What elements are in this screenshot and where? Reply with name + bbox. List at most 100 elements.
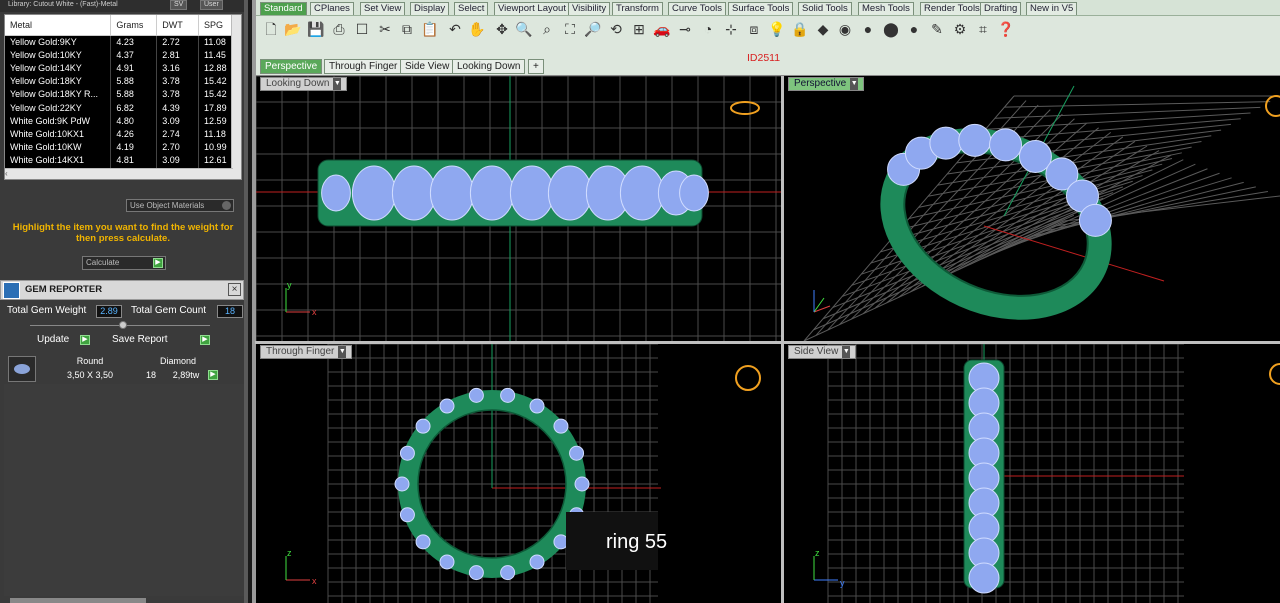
viewport-splitter-vertical[interactable] bbox=[781, 76, 784, 603]
light-bulb-icon[interactable]: 💡 bbox=[768, 20, 786, 38]
viewport-splitter-horizontal[interactable] bbox=[255, 341, 1280, 344]
table-row[interactable]: White Gold:9K PdW 4.80 3.09 12.59 bbox=[5, 114, 233, 128]
cut-icon[interactable]: ✂ bbox=[376, 20, 394, 38]
point-icon[interactable]: ⊹ bbox=[722, 20, 740, 38]
viewport-layout-icon[interactable]: ⊞ bbox=[630, 20, 648, 38]
zoom-selected-icon[interactable]: 🔎 bbox=[584, 20, 602, 38]
viewport-looking-down[interactable]: x y Looking Down ▼ bbox=[256, 76, 781, 341]
undo-icon[interactable]: ↶ bbox=[446, 20, 464, 38]
tab-viewport-layout[interactable]: Viewport Layout bbox=[494, 2, 570, 15]
copy-icon[interactable]: ⧉ bbox=[398, 20, 416, 38]
table-hscroll[interactable]: ‹ bbox=[5, 168, 233, 179]
vp-title-text: Side View bbox=[794, 346, 839, 357]
table-cell: 12.88 bbox=[198, 61, 233, 75]
view-tab-looking-down[interactable]: Looking Down bbox=[452, 59, 526, 74]
col-spg[interactable]: SPG bbox=[198, 15, 233, 36]
sv-button[interactable]: SV bbox=[170, 0, 188, 10]
view-tab-perspective[interactable]: Perspective bbox=[260, 59, 323, 74]
tab-visibility[interactable]: Visibility bbox=[568, 2, 611, 15]
table-row[interactable]: Yellow Gold:10KY 4.37 2.81 11.45 bbox=[5, 48, 233, 62]
viewport-title-perspective[interactable]: Perspective ▼ bbox=[788, 77, 865, 91]
tab-mesh-tools[interactable]: Mesh Tools bbox=[858, 2, 914, 15]
material-icon[interactable]: ◆ bbox=[814, 20, 832, 38]
help-icon[interactable]: ❓ bbox=[997, 20, 1015, 38]
viewport-through-finger[interactable]: x z Through Finger ▼ bbox=[256, 344, 781, 603]
col-dwt[interactable]: DWT bbox=[156, 15, 200, 36]
tab-display[interactable]: Display bbox=[410, 2, 450, 15]
chevron-down-icon[interactable]: ▼ bbox=[333, 78, 342, 90]
table-cell: 2.72 bbox=[156, 35, 200, 49]
metal-table[interactable]: Metal Grams DWT SPG Yellow Gold:9KY 4.23 2… bbox=[4, 14, 242, 180]
car-icon[interactable]: 🚗 bbox=[653, 20, 671, 38]
zoom-icon[interactable]: 🔍 bbox=[515, 20, 533, 38]
view-tab-through-finger[interactable]: Through Finger bbox=[324, 59, 403, 74]
viewport-title-through-finger[interactable]: Through Finger ▼ bbox=[260, 345, 353, 359]
calculate-go-icon[interactable]: ▶ bbox=[153, 258, 163, 268]
gem-go-icon[interactable]: ▶ bbox=[208, 370, 218, 380]
table-row[interactable]: Yellow Gold:22KY 6.82 4.39 17.89 bbox=[5, 100, 233, 115]
col-metal[interactable]: Metal bbox=[5, 15, 112, 36]
viewport-side-view[interactable]: y z Side View ▼ bbox=[784, 344, 1280, 603]
table-row[interactable]: Yellow Gold:18KY R... 5.88 3.78 15.42 bbox=[5, 87, 233, 101]
chevron-down-icon[interactable]: ▼ bbox=[850, 78, 859, 90]
print-icon[interactable]: ⎙ bbox=[330, 20, 348, 38]
table-row[interactable]: White Gold:14KX1 4.81 3.09 12.61 bbox=[5, 153, 233, 167]
view-tab-side-view[interactable]: Side View bbox=[400, 59, 455, 74]
pencil-icon[interactable]: ✎ bbox=[928, 20, 946, 38]
tab-drafting[interactable]: Drafting bbox=[980, 2, 1022, 15]
tab-solid-tools[interactable]: Solid Tools bbox=[798, 2, 852, 15]
zoom-window-icon[interactable]: ⌕ bbox=[538, 20, 556, 38]
new-file-icon[interactable]: 🗋 bbox=[262, 20, 280, 38]
undo-view-icon[interactable]: ⟲ bbox=[607, 20, 625, 38]
tab-cplanes[interactable]: CPlanes bbox=[310, 2, 354, 15]
blue-sphere-icon[interactable]: ● bbox=[905, 20, 923, 38]
tab-surface-tools[interactable]: Surface Tools bbox=[728, 2, 794, 15]
col-grams[interactable]: Grams bbox=[110, 15, 158, 36]
grid-snap-icon[interactable]: ⌗ bbox=[974, 20, 992, 38]
table-row[interactable]: White Gold:10KW 4.19 2.70 10.99 bbox=[5, 140, 233, 154]
tab-new-in-v5[interactable]: New in V5 bbox=[1026, 2, 1078, 15]
save-report-go-icon[interactable]: ▶ bbox=[200, 335, 210, 345]
use-object-materials-toggle[interactable]: Use Object Materials bbox=[126, 199, 234, 212]
chevron-down-icon[interactable]: ▼ bbox=[842, 346, 851, 358]
table-row[interactable]: White Gold:10KX1 4.26 2.74 11.18 bbox=[5, 127, 233, 141]
color-wheel-icon[interactable]: ◉ bbox=[836, 20, 854, 38]
table-row[interactable]: Yellow Gold:14KY 4.91 3.16 12.88 bbox=[5, 61, 233, 75]
lock-icon[interactable]: 🔒 bbox=[791, 20, 809, 38]
layers-icon[interactable]: ⧈ bbox=[745, 20, 763, 38]
gear-icon[interactable]: ⚙ bbox=[951, 20, 969, 38]
tab-transform[interactable]: Transform bbox=[612, 2, 663, 15]
left-scrollbar[interactable] bbox=[10, 598, 146, 603]
save-report-button[interactable]: Save Report bbox=[110, 333, 212, 347]
viewport-title-looking-down[interactable]: Looking Down ▼ bbox=[260, 77, 348, 91]
properties-icon[interactable]: ☐ bbox=[353, 20, 371, 38]
snap-icon[interactable]: ⊸ bbox=[676, 20, 694, 38]
table-row[interactable]: Yellow Gold:9KY 4.23 2.72 11.08 bbox=[5, 35, 233, 49]
chevron-down-icon[interactable]: ▼ bbox=[338, 346, 347, 358]
viewport-perspective[interactable]: Perspective ▼ bbox=[784, 76, 1280, 341]
tab-select[interactable]: Select bbox=[454, 2, 489, 15]
render-sphere-icon[interactable]: ⬤ bbox=[882, 20, 900, 38]
table-vscroll[interactable] bbox=[231, 15, 241, 179]
gem-list-item[interactable]: Round Diamond 3,50 X 3,50 18 2,89tw ▶ bbox=[6, 354, 220, 382]
close-icon[interactable]: × bbox=[228, 283, 241, 296]
table-row[interactable]: Yellow Gold:18KY 5.88 3.78 15.42 bbox=[5, 74, 233, 88]
tab-standard[interactable]: Standard bbox=[260, 2, 307, 15]
user-button[interactable]: User bbox=[200, 0, 223, 10]
rotate-view-icon[interactable]: ✥ bbox=[493, 20, 511, 38]
pan-hand-icon[interactable]: ✋ bbox=[468, 20, 486, 38]
paste-icon[interactable]: 📋 bbox=[421, 20, 439, 38]
tab-curve-tools[interactable]: Curve Tools bbox=[668, 2, 726, 15]
save-icon[interactable]: 💾 bbox=[307, 20, 325, 38]
tab-set-view[interactable]: Set View bbox=[360, 2, 406, 15]
shaded-sphere-icon[interactable]: ● bbox=[859, 20, 877, 38]
update-go-icon[interactable]: ▶ bbox=[80, 335, 90, 345]
gem-slider-knob[interactable] bbox=[119, 321, 127, 329]
ortho-icon[interactable]: ◔ bbox=[699, 20, 717, 38]
open-folder-icon[interactable]: 📂 bbox=[284, 20, 302, 38]
add-viewport-tab-icon[interactable]: + bbox=[528, 59, 544, 74]
table-cell: 11.08 bbox=[198, 35, 233, 49]
zoom-extents-icon[interactable]: ⛶ bbox=[561, 20, 579, 38]
tab-render-tools[interactable]: Render Tools bbox=[920, 2, 984, 15]
viewport-title-side-view[interactable]: Side View ▼ bbox=[788, 345, 857, 359]
